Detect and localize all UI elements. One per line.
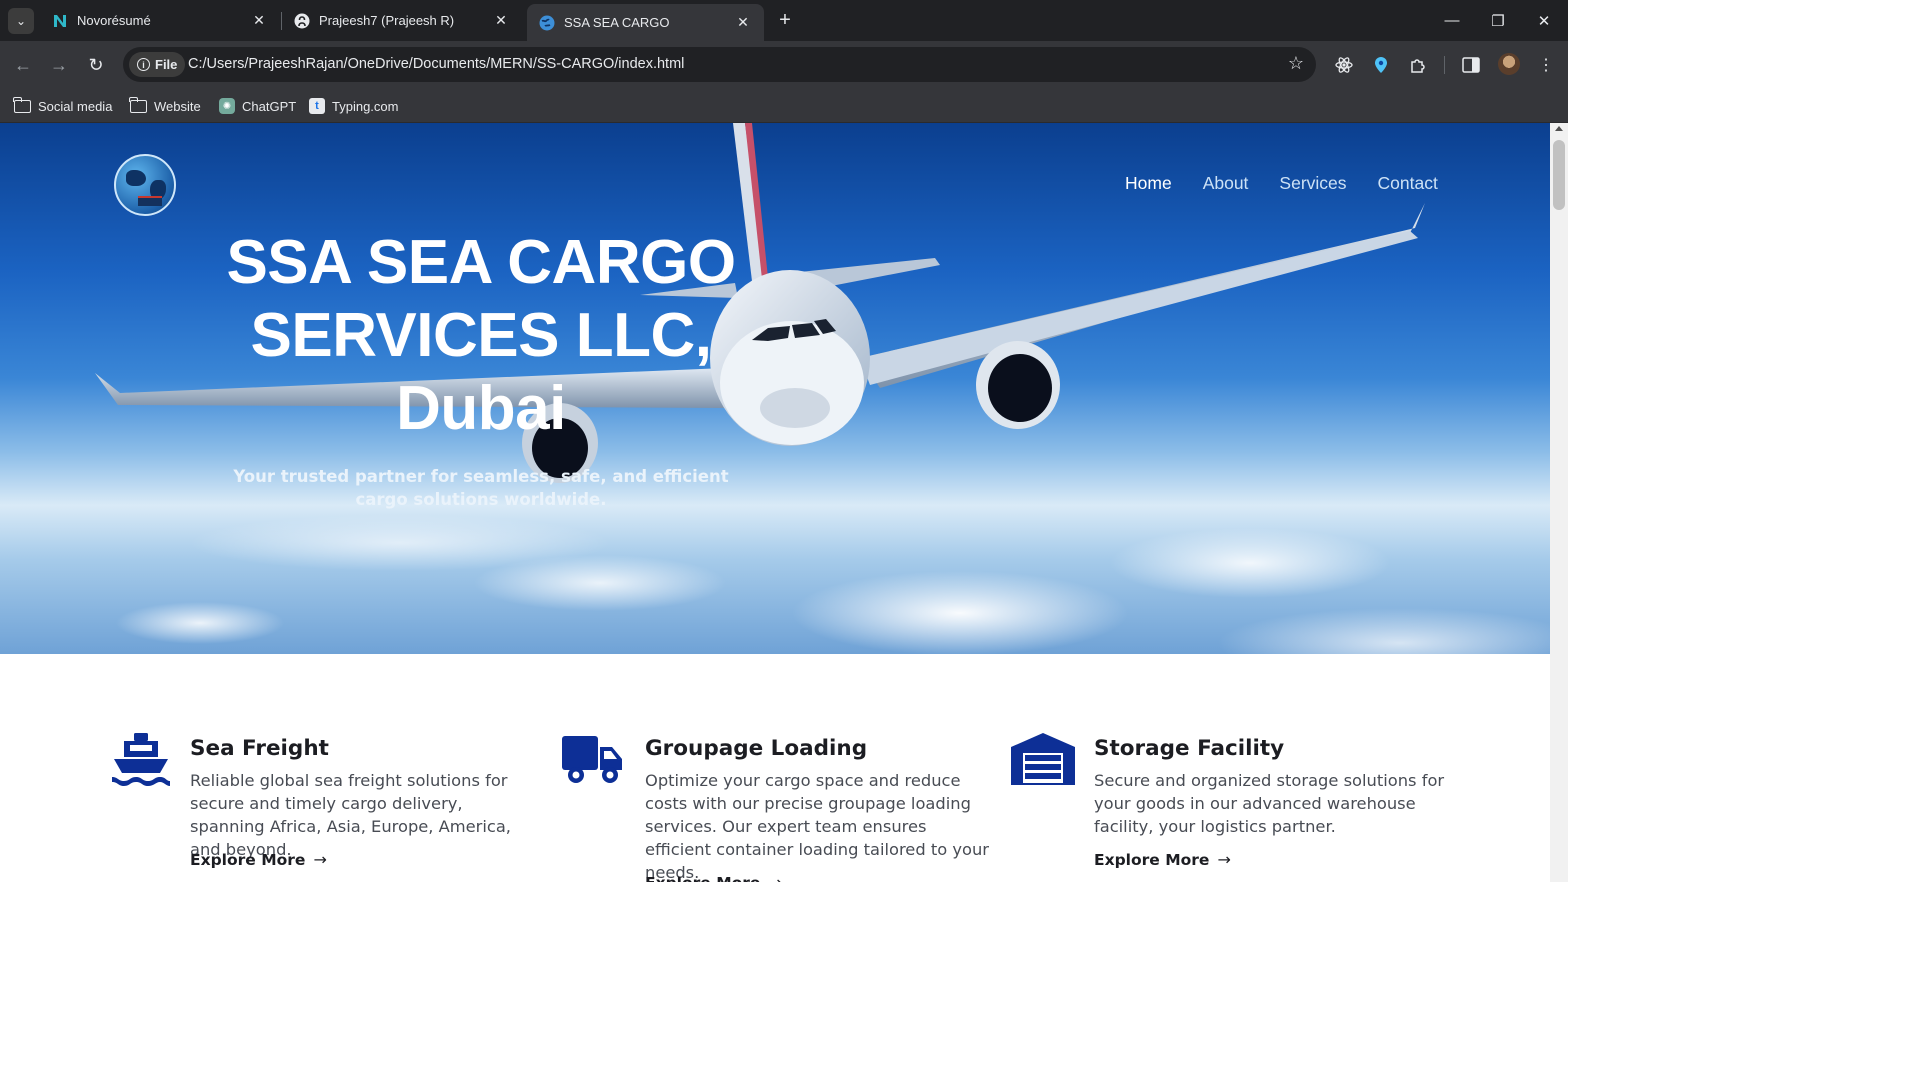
nav-about[interactable]: About	[1203, 173, 1249, 194]
hero-section: Home About Services Contact SSA SEA CARG…	[0, 123, 1550, 654]
address-bar[interactable]: i File C:/Users/PrajeeshRajan/OneDrive/D…	[123, 47, 1316, 82]
close-icon[interactable]: ✕	[492, 12, 510, 30]
side-panel-icon[interactable]	[1459, 53, 1483, 77]
tab-title: Novorésumé	[77, 13, 151, 28]
bookmark-label: Social media	[38, 98, 113, 114]
react-devtools-icon[interactable]	[1332, 53, 1356, 77]
bookmark-star-icon[interactable]: ☆	[1288, 53, 1304, 74]
scroll-up-arrow[interactable]	[1555, 126, 1563, 131]
service-title: Groupage Loading	[645, 736, 868, 761]
bookmark-label: Website	[154, 98, 201, 114]
service-title: Sea Freight	[190, 736, 329, 761]
minimize-button[interactable]: —	[1429, 0, 1475, 41]
arrow-right-icon: →	[1217, 850, 1231, 869]
link-label: Explore More	[190, 850, 306, 869]
hero-title: SSA SEA CARGO SERVICES LLC, Dubai	[226, 228, 736, 443]
nav-home[interactable]: Home	[1125, 173, 1172, 194]
bookmark-social-media[interactable]: Social media	[13, 95, 113, 117]
profile-avatar[interactable]	[1498, 53, 1520, 75]
tab-github[interactable]: Prajeesh7 (Prajeesh R) ✕	[282, 0, 522, 41]
explore-more-link[interactable]: Explore More →	[190, 850, 327, 869]
site-info-chip[interactable]: i File	[129, 52, 186, 77]
github-icon	[294, 13, 310, 29]
page-viewport: Home About Services Contact SSA SEA CARG…	[0, 123, 1568, 882]
restore-button[interactable]: ❐	[1475, 0, 1521, 41]
explore-more-link[interactable]: Explore More →	[645, 873, 782, 882]
forward-button[interactable]: →	[45, 51, 73, 79]
service-title: Storage Facility	[1094, 736, 1285, 761]
service-description: Reliable global sea freight solutions fo…	[190, 771, 511, 859]
service-description: Optimize your cargo space and reduce cos…	[645, 771, 989, 882]
page-scrollbar[interactable]	[1550, 123, 1568, 882]
tab-strip: ⌄ Novorésumé ✕ Prajeesh7 (Prajeesh R) ✕ …	[0, 0, 1568, 41]
tab-search-button[interactable]: ⌄	[8, 8, 34, 34]
close-icon[interactable]: ✕	[734, 14, 752, 32]
bookmark-website[interactable]: Website	[129, 95, 201, 117]
explore-more-link[interactable]: Explore More →	[1094, 850, 1231, 869]
link-label: Explore More	[645, 874, 760, 883]
folder-icon	[13, 96, 31, 113]
bookmarks-bar: Social media Website ✺ ChatGPT t Typing.…	[0, 88, 1568, 123]
back-button[interactable]: ←	[9, 51, 37, 79]
bookmark-label: ChatGPT	[242, 98, 297, 114]
location-extension-icon[interactable]	[1369, 53, 1393, 77]
arrow-right-icon: →	[768, 873, 781, 882]
window-close-button[interactable]: ✕	[1521, 0, 1567, 41]
reload-icon: ↻	[88, 54, 104, 75]
main-nav: Home About Services Contact	[1125, 173, 1438, 194]
nav-contact[interactable]: Contact	[1378, 173, 1438, 194]
chevron-down-icon: ⌄	[15, 14, 27, 28]
folder-icon	[129, 96, 147, 113]
bookmark-label: Typing.com	[332, 98, 399, 114]
toolbar-divider	[1444, 56, 1445, 74]
hero-subtitle: Your trusted partner for seamless, safe,…	[233, 467, 729, 509]
bookmark-chatgpt[interactable]: ✺ ChatGPT	[219, 95, 296, 117]
truck-icon	[562, 733, 622, 787]
arrow-right-icon: →	[50, 54, 68, 75]
chip-label: File	[155, 57, 178, 72]
typing-icon: t	[309, 98, 325, 114]
arrow-right-icon: →	[313, 850, 327, 869]
link-label: Explore More	[1094, 850, 1210, 869]
bookmark-typing[interactable]: t Typing.com	[309, 95, 398, 117]
chatgpt-icon: ✺	[219, 98, 235, 114]
info-icon: i	[137, 58, 150, 71]
new-tab-button[interactable]: +	[774, 9, 796, 31]
globe-icon	[539, 15, 555, 31]
tab-ssa-sea-cargo[interactable]: SSA SEA CARGO ✕	[527, 4, 764, 41]
logo-ship	[138, 196, 162, 206]
scroll-thumb[interactable]	[1553, 140, 1565, 210]
company-logo[interactable]	[114, 154, 176, 216]
tab-title: Prajeesh7 (Prajeesh R)	[319, 13, 455, 28]
browser-toolbar: ← → ↻ i File C:/Users/PrajeeshRajan/OneD…	[0, 41, 1568, 88]
url-text[interactable]: C:/Users/PrajeeshRajan/OneDrive/Document…	[188, 56, 684, 72]
logo-continent	[126, 170, 146, 186]
close-icon[interactable]: ✕	[250, 12, 268, 30]
tab-title: SSA SEA CARGO	[564, 15, 670, 30]
tab-novoresume[interactable]: Novorésumé ✕	[40, 0, 280, 41]
reload-button[interactable]: ↻	[82, 51, 110, 79]
nav-services[interactable]: Services	[1279, 173, 1346, 194]
warehouse-icon	[1011, 733, 1075, 787]
arrow-left-icon: ←	[14, 54, 32, 75]
menu-kebab-icon[interactable]: ⋮	[1534, 53, 1558, 77]
ship-icon	[112, 733, 172, 787]
extensions-puzzle-icon[interactable]	[1406, 53, 1430, 77]
novoresume-icon	[52, 13, 68, 29]
service-description: Secure and organized storage solutions f…	[1094, 771, 1445, 836]
